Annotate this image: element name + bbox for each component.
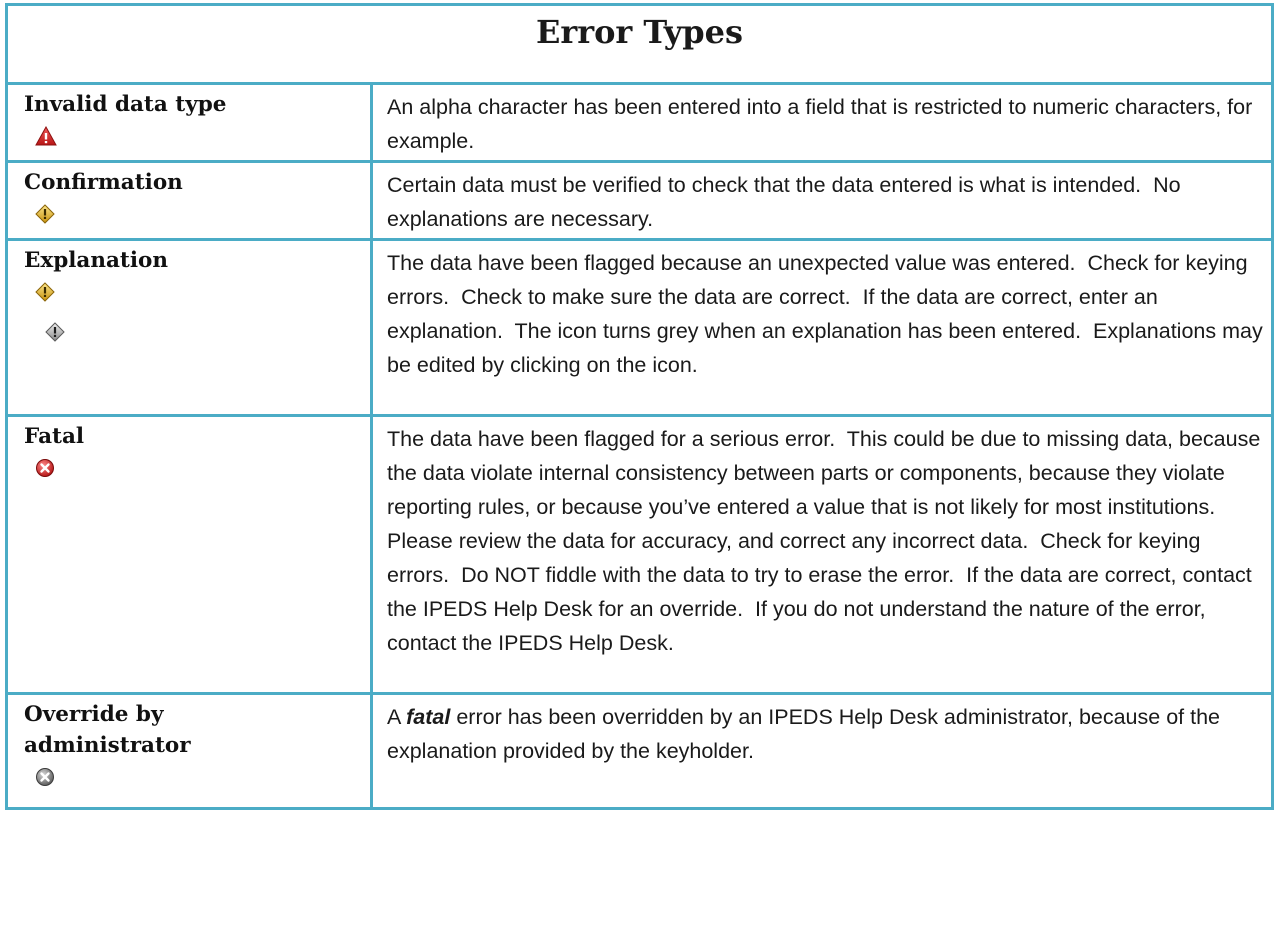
description-text: Certain data must be verified to check t…: [387, 173, 1187, 231]
table-title: Error Types: [5, 3, 1274, 85]
type-name: Override by administrator: [24, 702, 191, 758]
description-emphasis: fatal: [406, 705, 451, 729]
explanation-warning-icon: [35, 282, 55, 302]
type-cell-confirmation: Confirmation: [5, 160, 373, 241]
description-cell: The data have been flagged because an un…: [370, 238, 1274, 417]
type-cell-override: Override by administrator: [5, 692, 373, 810]
description-rest: error has been overridden by an IPEDS He…: [387, 705, 1226, 763]
title-row: Error Types: [5, 3, 1274, 85]
table-row: Override by administrator A fatal error …: [5, 692, 1274, 810]
type-name: Confirmation: [24, 170, 183, 195]
description-text: A fatal error has been overridden by an …: [387, 700, 1267, 768]
invalid-data-type-icon: [35, 126, 57, 146]
description-prefix: A: [387, 705, 407, 729]
type-name: Invalid data type: [24, 92, 227, 117]
table-row: Confirmation Certain data must be verifi…: [5, 160, 1274, 241]
type-cell-invalid: Invalid data type: [5, 82, 373, 163]
type-name: Fatal: [24, 424, 85, 449]
description-cell: An alpha character has been entered into…: [370, 82, 1274, 163]
confirmation-warning-icon: [35, 204, 55, 224]
description-text: An alpha character has been entered into…: [387, 95, 1259, 153]
error-types-table: Error Types Invalid data type An alpha c…: [5, 3, 1274, 810]
table-row: Invalid data type An alpha character has…: [5, 82, 1274, 163]
description-text: The data have been flagged for a serious…: [387, 427, 1267, 655]
type-cell-fatal: Fatal: [5, 414, 373, 695]
type-name: Explanation: [24, 248, 168, 273]
description-cell: A fatal error has been overridden by an …: [370, 692, 1274, 810]
description-text: The data have been flagged because an un…: [387, 251, 1269, 377]
table-row: Explanation The data have been flagged b…: [5, 238, 1274, 417]
override-grey-icon: [36, 768, 54, 786]
description-cell: The data have been flagged for a serious…: [370, 414, 1274, 695]
table-row: Fatal The data have been flagged for a s…: [5, 414, 1274, 695]
explanation-entered-grey-icon: [45, 322, 65, 342]
fatal-error-icon: [36, 459, 54, 477]
type-cell-explanation: Explanation: [5, 238, 373, 417]
error-types-page: Error Types Invalid data type An alpha c…: [0, 0, 1278, 946]
description-cell: Certain data must be verified to check t…: [370, 160, 1274, 241]
